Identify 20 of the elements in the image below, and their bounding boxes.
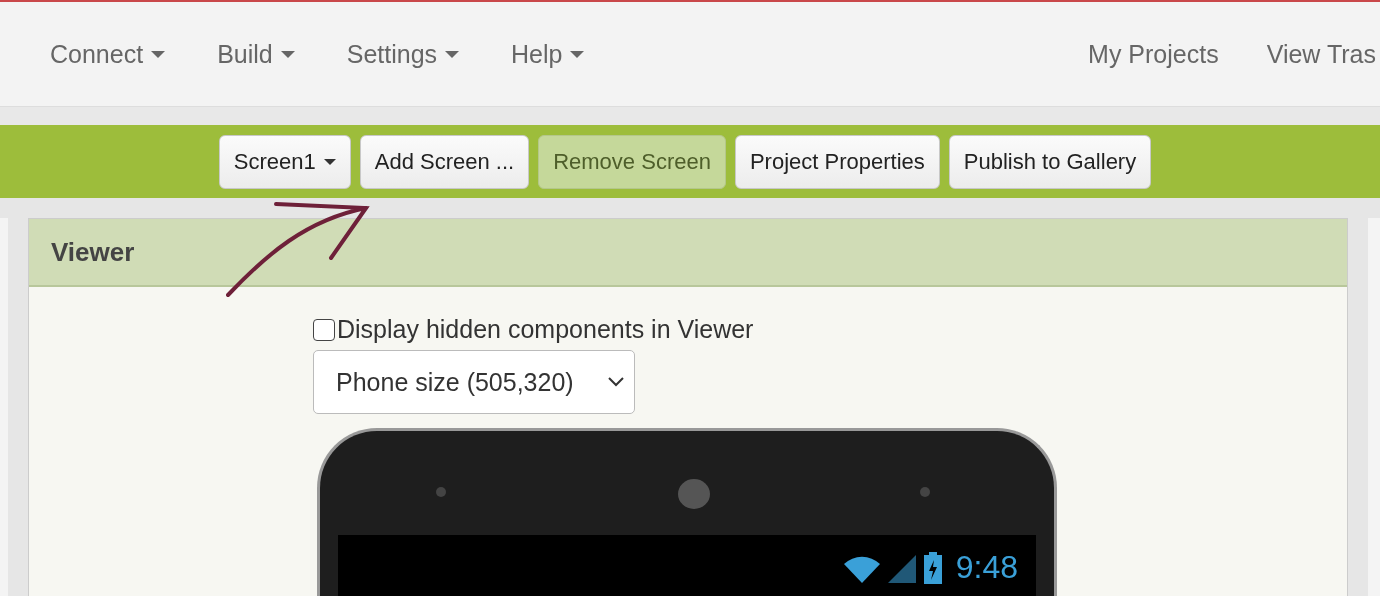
size-select[interactable]: Phone size (505,320) (313, 350, 635, 414)
battery-icon (921, 551, 944, 584)
speaker-grille (678, 479, 710, 509)
menu-item[interactable]: Connect (50, 39, 166, 69)
toolbar-button[interactable]: Publish to Gallery (948, 134, 1152, 189)
viewer-title: Viewer (51, 236, 135, 268)
camera-dot (436, 487, 446, 497)
nav-link[interactable]: My Projects (1088, 39, 1219, 69)
menu-item[interactable]: Build (217, 39, 295, 69)
toolbar-button[interactable]: Project Properties (734, 134, 940, 189)
menu-item[interactable]: Help (511, 39, 585, 69)
nav-link[interactable]: View Tras (1266, 39, 1376, 69)
status-time: 9:48 (955, 549, 1018, 586)
menu-item[interactable]: Settings (346, 39, 460, 69)
toolbar-button[interactable]: Add Screen ... (359, 134, 530, 189)
checkbox[interactable] (313, 318, 335, 341)
sensor-dot (920, 487, 930, 497)
chevron-down-icon (608, 377, 624, 387)
screen-dropdown[interactable]: Screen1 (218, 134, 351, 189)
checkbox-label: Display hidden components in Viewer (337, 315, 754, 344)
